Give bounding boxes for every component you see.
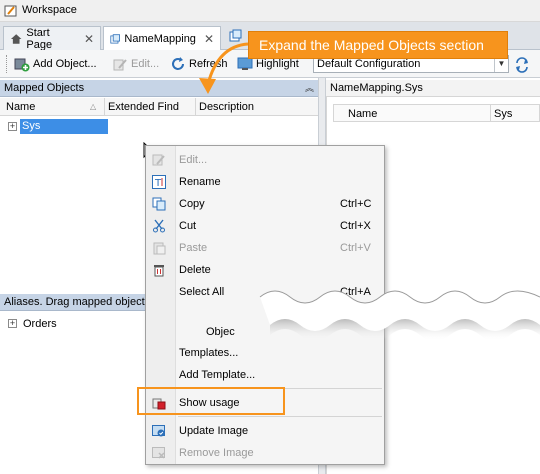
callout-arrow-icon [199, 42, 249, 94]
tree-item-label: Orders [23, 317, 57, 330]
tab-start-page[interactable]: Start Page ✕ [3, 26, 101, 51]
edit-icon [152, 154, 165, 166]
menu-item-remove-image[interactable]: Remove Image [146, 442, 384, 464]
svg-text:T: T [154, 178, 162, 189]
window-title: Workspace [22, 4, 77, 16]
callout-text: Expand the Mapped Objects section [259, 37, 484, 53]
tree-item-label: Sys [20, 119, 108, 134]
workspace-icon [4, 5, 17, 17]
right-panel-header: NameMapping.Sys [326, 80, 540, 97]
column-divider[interactable] [490, 105, 491, 121]
menu-item-shortcut: Ctrl+X [340, 220, 371, 232]
tab-label: Start Page [26, 26, 53, 51]
mapped-objects-header[interactable]: Mapped Objects ︽ [0, 80, 318, 97]
menu-item-label: Update Image [179, 425, 249, 437]
menu-item-label: Rename [179, 176, 221, 188]
cut-icon [153, 219, 165, 233]
column-extended-find[interactable]: Extended Find [108, 101, 179, 113]
menu-item-label: Paste [179, 242, 208, 254]
torn-edge-graphic [259, 290, 540, 341]
home-icon [10, 34, 22, 44]
configuration-value: Default Configuration [317, 58, 421, 70]
mapped-objects-column-header: Name △ Extended Find Description [0, 98, 318, 116]
edit-icon [113, 58, 127, 70]
menu-item-label: Remove Image [179, 447, 254, 459]
add-object-label: Add Object... [33, 58, 97, 70]
right-panel-title: NameMapping.Sys [330, 82, 423, 94]
menu-item-edit[interactable]: Edit... [146, 149, 384, 171]
tutorial-callout: Expand the Mapped Objects section [248, 31, 508, 59]
column-name[interactable]: Name [6, 101, 35, 113]
expand-icon[interactable]: + [8, 319, 17, 328]
menu-item-label: Add Template... [179, 369, 256, 381]
tree-item-sys[interactable]: + Sys [8, 119, 108, 134]
rename-icon: T [152, 175, 166, 189]
column-divider[interactable] [195, 98, 196, 116]
update-image-icon [152, 425, 165, 437]
column-description[interactable]: Description [199, 101, 254, 113]
highlight-label: Highlight [256, 58, 299, 70]
menu-item-delete[interactable]: Delete [146, 259, 384, 281]
remove-image-icon [152, 447, 165, 459]
menu-item-shortcut: Ctrl+C [340, 198, 372, 210]
name-mapping-icon [110, 33, 120, 43]
show-usage-highlight [137, 387, 285, 415]
right-column-header: Name Sys [333, 104, 540, 122]
add-object-button[interactable]: Add Object... [14, 55, 97, 73]
toolbar-grip [6, 55, 8, 73]
edit-label: Edit... [131, 58, 160, 70]
menu-item-cut[interactable]: Cut Ctrl+X [146, 215, 384, 237]
menu-item-templates[interactable]: Templates... [146, 342, 384, 364]
collapse-icon[interactable]: ︽ [305, 80, 314, 96]
menu-item-rename[interactable]: T Rename [146, 171, 384, 193]
add-object-icon [14, 58, 30, 72]
menu-item-label: Cut [179, 220, 197, 232]
column-sys[interactable]: Sys [494, 108, 512, 120]
menu-item-shortcut: Ctrl+V [340, 242, 371, 254]
sort-arrow-icon: △ [90, 102, 97, 111]
menu-separator [178, 416, 382, 417]
expand-icon[interactable]: + [8, 122, 17, 131]
mapped-objects-title: Mapped Objects [4, 82, 85, 94]
menu-item-copy[interactable]: Copy Ctrl+C [146, 193, 384, 215]
copy-icon [152, 197, 166, 211]
menu-item-label: Edit... [179, 154, 208, 166]
delete-icon [154, 265, 164, 277]
window-title-bar: Workspace [0, 0, 540, 22]
paste-icon [153, 242, 166, 255]
menu-item-label: Copy [179, 198, 205, 210]
menu-item-label: Delete [179, 264, 211, 276]
tree-item-orders[interactable]: + Orders [8, 316, 57, 331]
menu-item-paste[interactable]: Paste Ctrl+V [146, 237, 384, 259]
menu-item-add-template[interactable]: Add Template... [146, 364, 384, 386]
edit-button[interactable]: Edit... [113, 55, 159, 73]
menu-item-label: Templates... [179, 347, 239, 359]
menu-item-update-image[interactable]: Update Image [146, 420, 384, 442]
column-divider[interactable] [104, 98, 105, 116]
configuration-sync-icon[interactable] [514, 57, 530, 73]
column-name[interactable]: Name [348, 108, 377, 120]
close-icon[interactable]: ✕ [84, 32, 94, 46]
